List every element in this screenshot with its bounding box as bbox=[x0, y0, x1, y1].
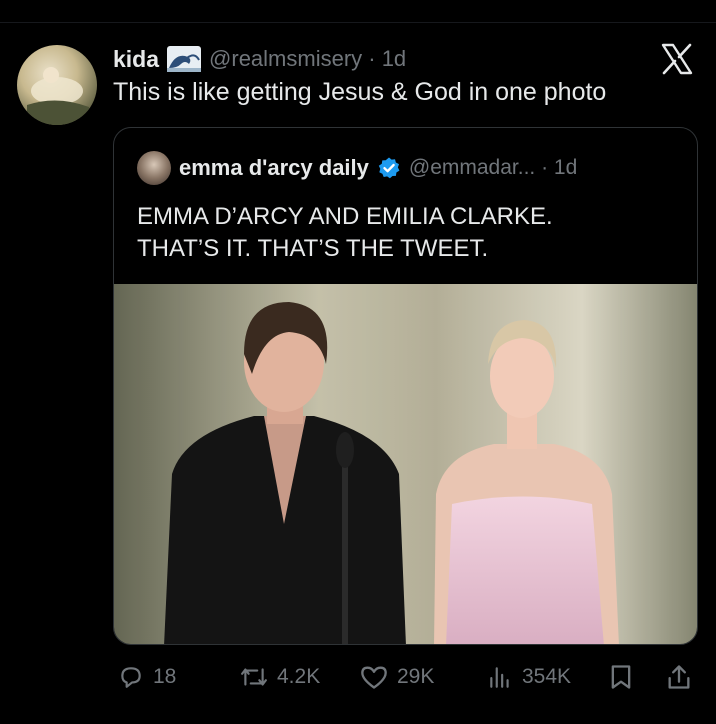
wave-icon bbox=[167, 46, 202, 72]
quoted-text-line-1: EMMA D’ARCY AND EMILIA CLARKE. bbox=[137, 203, 553, 230]
author-avatar[interactable] bbox=[17, 45, 97, 125]
repost-count: 4.2K bbox=[277, 665, 321, 688]
like-button[interactable]: 29K bbox=[360, 655, 434, 699]
views-button[interactable]: 354K bbox=[487, 655, 571, 699]
reply-button[interactable]: 18 bbox=[118, 655, 176, 699]
like-count: 29K bbox=[397, 665, 435, 688]
bookmark-button[interactable] bbox=[608, 655, 634, 699]
quoted-tweet[interactable]: emma d'arcy daily @emmadar... · 1d EMMA … bbox=[113, 127, 698, 645]
quoted-avatar[interactable] bbox=[137, 151, 171, 185]
top-divider bbox=[0, 22, 716, 23]
repost-icon bbox=[241, 668, 267, 686]
reply-count: 18 bbox=[153, 665, 177, 688]
quoted-photo[interactable] bbox=[114, 284, 698, 645]
bookmark-icon bbox=[611, 665, 631, 689]
tweet-text: This is like getting Jesus & God in one … bbox=[113, 78, 607, 106]
heart-icon bbox=[361, 666, 387, 689]
analytics-icon bbox=[490, 667, 509, 688]
author-name[interactable]: kida bbox=[113, 46, 159, 73]
x-logo-icon[interactable] bbox=[660, 42, 694, 76]
quoted-handle-time[interactable]: @emmadar... · 1d bbox=[409, 156, 577, 180]
quoted-header: emma d'arcy daily @emmadar... · 1d bbox=[137, 151, 577, 185]
reply-icon bbox=[121, 667, 141, 688]
view-count: 354K bbox=[522, 665, 572, 688]
repost-button[interactable]: 4.2K bbox=[240, 655, 320, 699]
quoted-author-name[interactable]: emma d'arcy daily bbox=[179, 155, 369, 181]
tweet-header: kida @realmsmisery · 1d bbox=[113, 42, 406, 76]
author-handle-time[interactable]: @realmsmisery · 1d bbox=[209, 46, 406, 72]
action-bar: 18 4.2K 29K 354K bbox=[0, 655, 716, 699]
share-icon bbox=[668, 665, 690, 689]
quoted-text: EMMA D’ARCY AND EMILIA CLARKE. THAT’S IT… bbox=[137, 201, 553, 265]
share-button[interactable] bbox=[666, 655, 692, 699]
verified-badge-icon bbox=[378, 157, 400, 179]
quoted-text-line-2: THAT’S IT. THAT’S THE TWEET. bbox=[137, 235, 489, 262]
